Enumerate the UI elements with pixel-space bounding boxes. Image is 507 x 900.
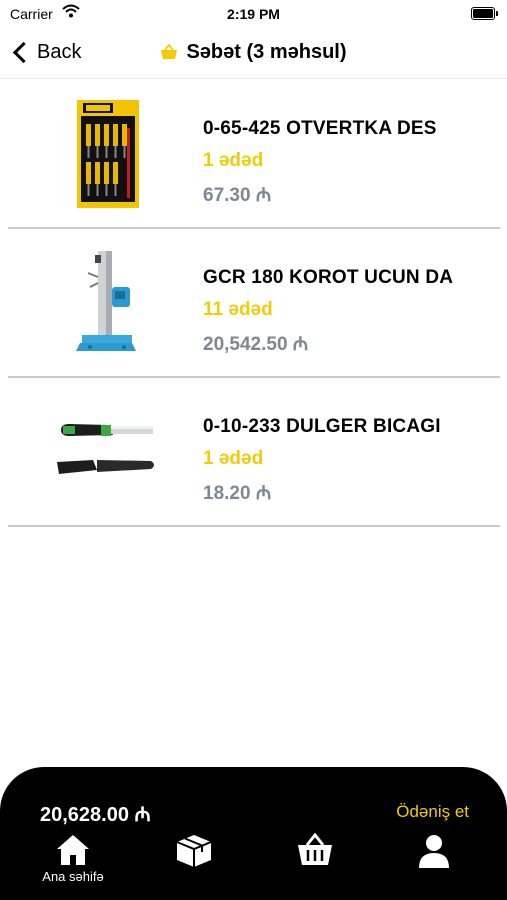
cart-total: 20,628.00 ₼ [40,804,151,826]
basket-icon [161,44,178,59]
product-name: 0-65-425 OTVERTKA DES [203,118,437,139]
product-name: GCR 180 KOROT UCUN DA [203,267,454,288]
status-bar: Carrier 2:19 PM [0,0,507,28]
tab-home-label: Ana səhifə [42,869,104,884]
cart-list: 0-65-425 OTVERTKA DES 1 ədəd 67.30 ₼ GCR… [8,80,500,527]
checkout-button[interactable]: Ödəniş et [396,802,469,822]
box-icon [176,835,212,867]
user-icon [419,835,449,868]
product-quantity: 1 ədəd [203,150,264,171]
tab-products[interactable] [149,833,239,869]
product-price: 67.30 ₼ [203,185,272,206]
tab-home[interactable]: Ana səhifə [28,833,118,884]
tab-profile[interactable] [389,833,479,869]
product-image-screwdriver-set [53,98,163,210]
basket-icon [298,833,332,865]
cart-item[interactable]: 0-65-425 OTVERTKA DES 1 ədəd 67.30 ₼ [8,80,500,229]
cart-item[interactable]: 0-10-233 DULGER BICAGI 1 ədəd 18.20 ₼ [8,378,500,527]
tab-cart[interactable] [270,833,360,867]
product-image-drill-stand [53,247,163,359]
home-icon [57,835,89,865]
cart-item[interactable]: GCR 180 KOROT UCUN DA 11 ədəd 20,542.50 … [8,229,500,378]
bottom-bar: 20,628.00 ₼ Ödəniş et Ana səhifə [0,767,507,900]
product-quantity: 11 ədəd [203,299,273,320]
clock: 2:19 PM [227,6,280,22]
product-price: 18.20 ₼ [203,483,272,504]
battery-icon [471,7,498,20]
page-title-container: Səbət (3 məhsul) [0,36,507,68]
product-image-knife [53,396,163,508]
product-name: 0-10-233 DULGER BICAGI [203,416,441,437]
page-title: Səbət (3 məhsul) [186,40,347,63]
product-price: 20,542.50 ₼ [203,334,309,355]
product-quantity: 1 ədəd [203,448,264,469]
navigation-bar: Back Səbət (3 məhsul) [0,28,507,79]
